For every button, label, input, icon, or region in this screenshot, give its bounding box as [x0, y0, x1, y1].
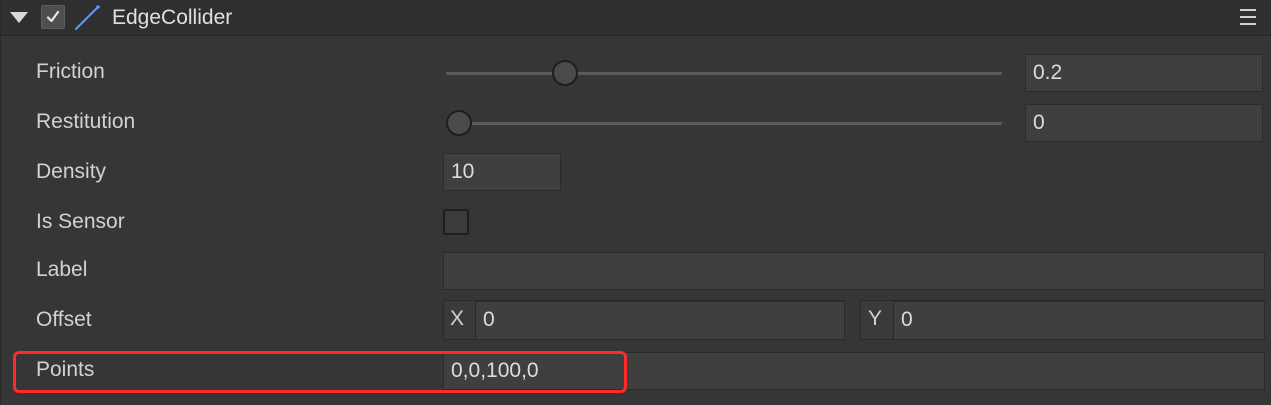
offset-label: Offset — [36, 308, 92, 331]
offset-y-input[interactable]: 0 — [893, 301, 1265, 340]
hamburger-menu-icon[interactable] — [1240, 9, 1256, 27]
restitution-label: Restitution — [36, 110, 136, 133]
label-input[interactable] — [443, 252, 1265, 290]
offset-x-axis-label: X — [450, 307, 465, 330]
label-label: Label — [36, 258, 88, 281]
friction-slider-track[interactable] — [446, 72, 1002, 75]
is-sensor-checkbox[interactable] — [443, 209, 469, 235]
friction-label: Friction — [36, 60, 105, 83]
edge-collider-panel: EdgeCollider Friction 0.2 Restitution 0 … — [0, 0, 1271, 405]
points-label: Points — [36, 358, 95, 381]
offset-y-axis-label: Y — [868, 307, 883, 330]
density-label: Density — [36, 160, 107, 183]
component-title: EdgeCollider — [112, 6, 233, 29]
restitution-slider-thumb[interactable] — [446, 110, 472, 136]
offset-x-input[interactable]: 0 — [475, 301, 845, 340]
checkmark-icon — [46, 10, 60, 23]
density-input[interactable]: 10 — [443, 153, 561, 191]
restitution-slider-track[interactable] — [446, 122, 1002, 125]
is-sensor-label: Is Sensor — [36, 210, 125, 233]
restitution-input[interactable]: 0 — [1025, 104, 1263, 142]
collapse-arrow-icon[interactable] — [10, 12, 28, 23]
friction-slider-thumb[interactable] — [552, 60, 578, 86]
friction-input[interactable]: 0.2 — [1025, 54, 1263, 92]
component-header: EdgeCollider — [1, 0, 1271, 36]
component-enabled-checkbox[interactable] — [41, 5, 65, 29]
edge-line-icon — [74, 5, 100, 31]
points-input[interactable]: 0,0,100,0 — [443, 352, 1265, 390]
